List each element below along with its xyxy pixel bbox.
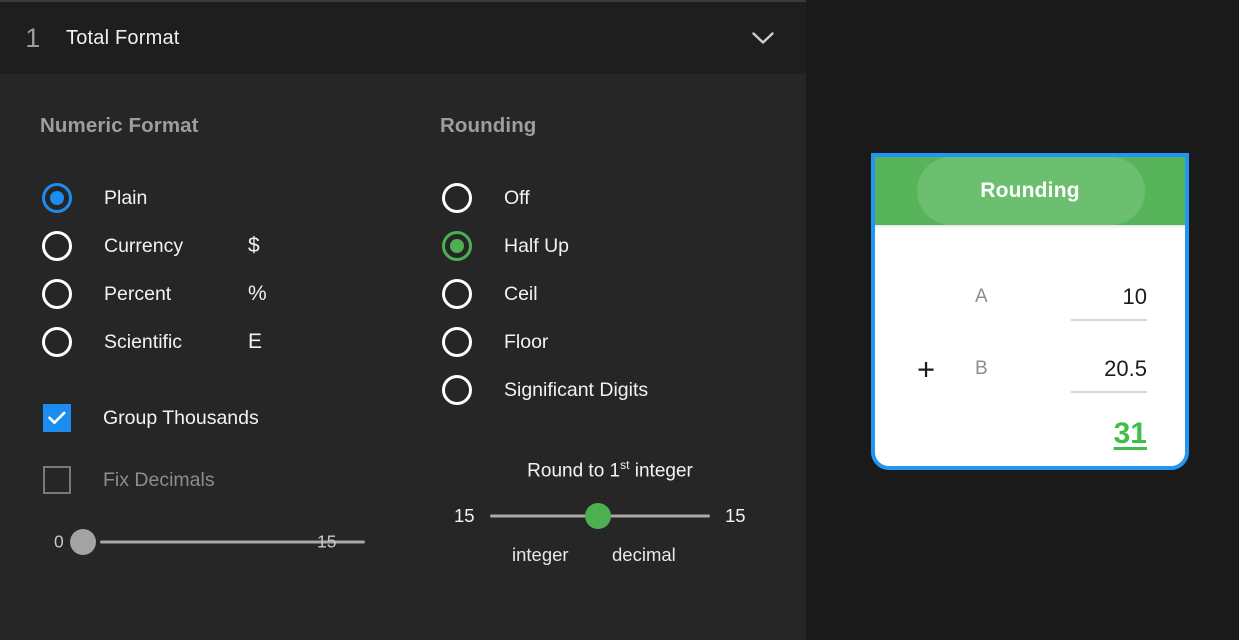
card-row-a: A 10 — [875, 273, 1185, 321]
plus-operator-icon: + — [917, 354, 935, 385]
radio-label: Ceil — [504, 283, 538, 306]
checkbox-label: Fix Decimals — [103, 469, 215, 492]
percent-symbol-icon: % — [248, 282, 267, 306]
slider-sublabels: integer decimal — [440, 544, 790, 574]
round-caption-suffix: integer — [629, 460, 692, 481]
chevron-down-icon[interactable] — [742, 17, 784, 59]
checkbox-label: Group Thousands — [103, 407, 259, 430]
page-title: Total Format — [66, 27, 180, 50]
card-total-result: 31 — [1114, 417, 1147, 451]
radio-indicator — [42, 231, 72, 261]
radio-label: Off — [504, 187, 530, 210]
radio-indicator — [42, 183, 72, 213]
checkbox-fix-decimals[interactable]: Fix Decimals — [40, 456, 420, 504]
radio-indicator — [442, 183, 472, 213]
checkbox-indicator — [43, 466, 71, 494]
radio-indicator — [42, 279, 72, 309]
row-underline — [1071, 319, 1147, 321]
row-value-input[interactable]: 20.5 — [1104, 356, 1147, 382]
radio-option-scientific[interactable]: Scientific E — [40, 318, 420, 366]
radio-label: Percent — [104, 283, 171, 306]
row-underline — [1071, 391, 1147, 393]
card-body: A 10 + B 20.5 31 — [875, 225, 1185, 466]
decimals-slider[interactable]: 0 15 — [40, 520, 420, 564]
panel-body: Numeric Format Plain Currency $ — [0, 74, 806, 640]
rounding-column: Rounding Off Half Up Ceil — [440, 74, 790, 574]
rounding-heading: Rounding — [440, 114, 790, 138]
radio-indicator — [442, 327, 472, 357]
slider-thumb[interactable] — [70, 529, 96, 555]
card-header: Rounding — [875, 157, 1185, 225]
slider-sublabel-decimal: decimal — [612, 544, 676, 566]
round-caption-prefix: Round to 1 — [527, 460, 620, 481]
radio-option-currency[interactable]: Currency $ — [40, 222, 420, 270]
radio-option-ceil[interactable]: Ceil — [440, 270, 790, 318]
rounding-radio-group: Off Half Up Ceil Floor — [440, 174, 790, 414]
radio-label: Plain — [104, 187, 147, 210]
radio-option-floor[interactable]: Floor — [440, 318, 790, 366]
slider-sublabel-integer: integer — [512, 544, 569, 566]
step-number: 1 — [0, 23, 66, 54]
panel-header[interactable]: 1 Total Format — [0, 2, 806, 74]
numeric-format-radio-group: Plain Currency $ Percent % — [40, 174, 420, 366]
exponent-symbol-icon: E — [248, 330, 262, 354]
radio-label: Scientific — [104, 331, 182, 354]
card-row-b: + B 20.5 — [875, 345, 1185, 393]
radio-label: Floor — [504, 331, 548, 354]
rounding-precision-slider[interactable]: 15 15 — [440, 494, 790, 538]
numeric-format-heading: Numeric Format — [40, 114, 420, 138]
round-to-caption: Round to 1st integer — [430, 458, 790, 482]
numeric-format-column: Numeric Format Plain Currency $ — [40, 74, 420, 564]
radio-option-off[interactable]: Off — [440, 174, 790, 222]
total-format-panel: 1 Total Format Numeric Format Plain — [0, 0, 806, 640]
radio-option-plain[interactable]: Plain — [40, 174, 420, 222]
currency-symbol-icon: $ — [248, 234, 260, 258]
radio-label: Significant Digits — [504, 379, 648, 402]
slider-max-label: 15 — [317, 532, 336, 553]
radio-option-significant-digits[interactable]: Significant Digits — [440, 366, 790, 414]
slider-thumb[interactable] — [585, 503, 611, 529]
radio-indicator — [442, 231, 472, 261]
card-title: Rounding — [980, 179, 1080, 203]
row-label: A — [975, 286, 988, 308]
radio-indicator — [442, 375, 472, 405]
rounding-preview-card[interactable]: Rounding A 10 + B 20.5 31 — [871, 153, 1189, 470]
radio-indicator — [442, 279, 472, 309]
radio-indicator — [42, 327, 72, 357]
checkbox-indicator — [43, 404, 71, 432]
slider-max-label: 15 — [725, 505, 746, 527]
slider-min-label: 0 — [54, 532, 64, 553]
radio-option-percent[interactable]: Percent % — [40, 270, 420, 318]
radio-option-half-up[interactable]: Half Up — [440, 222, 790, 270]
slider-min-label: 15 — [454, 505, 475, 527]
app-root: 1 Total Format Numeric Format Plain — [0, 0, 1239, 640]
checkbox-group-thousands[interactable]: Group Thousands — [40, 394, 420, 442]
row-value-input[interactable]: 10 — [1123, 284, 1147, 310]
radio-label: Currency — [104, 235, 183, 258]
radio-label: Half Up — [504, 235, 569, 258]
row-label: B — [975, 358, 988, 380]
